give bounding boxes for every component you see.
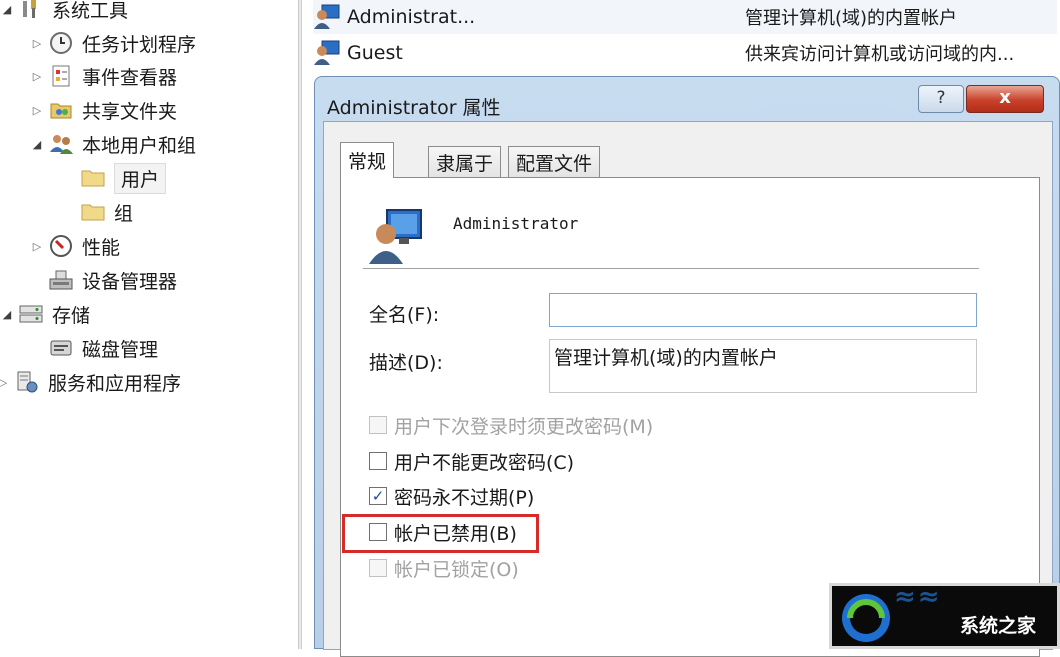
dialog-title: Administrator 属性 [327,97,501,119]
user-display-name: Administrator [453,214,579,233]
cannot-change-password-checkbox[interactable]: 用户不能更改密码(C) [369,447,574,475]
help-button[interactable]: ? [918,85,964,113]
list-row-guest[interactable]: Guest 供来宾访问计算机或访问域的内... [313,36,1057,70]
tree-item-groups[interactable]: 组 [80,196,133,228]
tree-item-label: 本地用户和组 [82,134,197,157]
description-label: 描述(D): [369,352,443,374]
tree-item-label: 存储 [52,304,91,327]
user-name-cell: Guest [347,42,403,64]
tree-item-label: 服务和应用程序 [48,372,182,395]
tree-item-system-tools[interactable]: ◢ 系统工具 [0,0,128,25]
description-input[interactable]: 管理计算机(域)的内置帐户 [549,339,977,393]
list-row-administrator[interactable]: Administrat... 管理计算机(域)的内置帐户 [313,0,1057,34]
dialog-body: 常规 隶属于 配置文件 Administrator 全名(F): 描述(D): … [323,121,1053,657]
watermark-logo: ≈≈ 系统之家 [829,582,1060,649]
tree-item-performance[interactable]: ▷ 性能 [30,230,120,262]
collapse-arrow-icon[interactable]: ▷ [30,37,44,50]
expand-arrow-icon[interactable]: ◢ [30,138,44,151]
checkbox-label: 帐户已锁定(O) [394,558,519,581]
tree-item-label: 任务计划程序 [82,33,197,56]
event-viewer-icon [48,63,74,89]
tree-item-users[interactable]: 用户 [80,162,167,194]
device-manager-icon [48,267,74,293]
checkbox-box [369,416,387,434]
tab-member-of[interactable]: 隶属于 [428,146,502,178]
user-name-cell: Administrat... [347,6,476,28]
close-button[interactable]: x [966,85,1044,113]
checkbox-label: 用户不能更改密码(C) [394,451,575,474]
user-description-cell: 供来宾访问计算机或访问域的内... [745,44,1015,65]
tree-item-task-scheduler[interactable]: ▷ 任务计划程序 [30,27,196,59]
brand-back-text: ≈≈ [894,582,942,612]
account-locked-checkbox: 帐户已锁定(O) [369,554,519,582]
tree-item-label: 组 [114,202,134,225]
user-icon [313,4,341,30]
separator-line [363,268,979,270]
collapse-arrow-icon[interactable]: ▷ [30,240,44,253]
collapse-arrow-icon[interactable]: ▷ [0,376,10,389]
disk-management-icon [48,335,74,361]
tree-item-label: 性能 [82,236,121,259]
password-never-expires-checkbox[interactable]: ✓ 密码永不过期(P) [369,482,534,510]
brand-logo-icon [842,594,890,642]
tree-item-label: 用户 [114,162,167,194]
folder-icon [80,165,106,191]
expand-arrow-icon[interactable]: ◢ [0,308,14,321]
brand-text: 系统之家 [960,615,1037,637]
must-change-password-checkbox: 用户下次登录时须更改密码(M) [369,411,653,439]
navigation-tree: ◢ 系统工具 ▷ 任务计划程序 ▷ 事件查看器 ▷ 共享文件夹 ◢ 本地用户和组 [0,0,298,649]
tree-item-local-users-groups[interactable]: ◢ 本地用户和组 [30,128,196,160]
tree-item-shared-folders[interactable]: ▷ 共享文件夹 [30,94,177,126]
clock-icon [48,30,74,56]
tab-profile[interactable]: 配置文件 [508,146,601,178]
fullname-input[interactable] [549,293,977,327]
checkbox-label: 密码永不过期(P) [394,486,535,509]
tree-item-device-manager[interactable]: 设备管理器 [48,264,177,296]
pane-splitter[interactable] [298,0,302,649]
performance-icon [48,233,74,259]
expand-arrow-icon[interactable]: ◢ [0,3,14,16]
tree-item-label: 设备管理器 [82,270,178,293]
fullname-label: 全名(F): [369,304,440,326]
tree-item-label: 系统工具 [52,0,129,22]
collapse-arrow-icon[interactable]: ▷ [30,70,44,83]
tree-item-label: 事件查看器 [82,66,178,89]
tools-icon [18,0,44,22]
tree-item-storage[interactable]: ◢ 存储 [0,298,90,330]
checkbox-box [369,559,387,577]
user-description-cell: 管理计算机(域)的内置帐户 [745,8,958,29]
storage-icon [18,301,44,327]
checkmark-icon[interactable]: ✓ [369,487,387,505]
user-avatar-icon [369,208,423,264]
users-group-icon [48,131,74,157]
tree-item-event-viewer[interactable]: ▷ 事件查看器 [30,60,177,92]
tree-item-services-apps[interactable]: ▷ 服务和应用程序 [0,366,181,398]
services-icon [14,369,40,395]
collapse-arrow-icon[interactable]: ▷ [30,104,44,117]
folder-icon [80,199,106,225]
checkbox-label: 用户下次登录时须更改密码(M) [394,415,654,438]
properties-dialog: Administrator 属性 ? x 常规 隶属于 配置文件 Adminis… [314,76,1060,657]
tree-item-label: 共享文件夹 [82,100,178,123]
highlight-annotation-box [342,514,539,553]
user-icon [313,40,341,66]
checkbox-box[interactable] [369,452,387,470]
tab-general[interactable]: 常规 [340,142,395,178]
tree-item-disk-management[interactable]: 磁盘管理 [48,332,158,364]
tree-item-label: 磁盘管理 [82,338,159,361]
shared-folder-icon [48,97,74,123]
